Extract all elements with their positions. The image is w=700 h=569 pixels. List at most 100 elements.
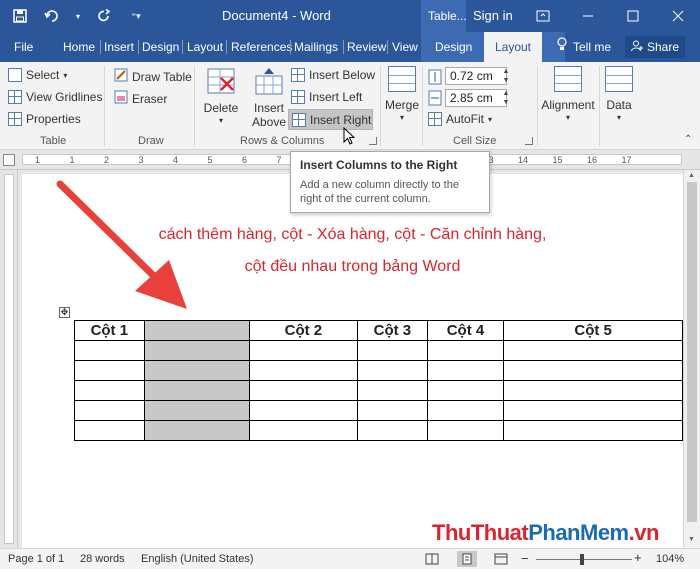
autofit-button[interactable]: AutoFit ▾	[428, 112, 492, 126]
table-cell[interactable]	[248, 340, 359, 361]
table-cell[interactable]	[74, 340, 145, 361]
scroll-up-icon[interactable]: ▲	[688, 172, 695, 179]
document-table[interactable]: Cột 1 Cột 2 Cột 3 Cột 4 Cột 5	[74, 320, 683, 441]
customize-toolbar-icon[interactable]: ⁼▾	[126, 6, 146, 26]
word-count[interactable]: 28 words	[80, 553, 125, 565]
tab-references[interactable]: References	[231, 32, 292, 62]
table-cell[interactable]: Cột 5	[503, 320, 683, 341]
tab-table-design[interactable]: Design	[435, 32, 472, 62]
scroll-down-icon[interactable]: ▼	[688, 536, 695, 543]
delete-button[interactable]: Delete ▾	[201, 66, 241, 125]
column-width-input[interactable]: 2.85 cm	[445, 89, 507, 107]
language-indicator[interactable]: English (United States)	[141, 553, 254, 565]
scrollbar-thumb[interactable]	[687, 182, 697, 522]
insert-below-button[interactable]: Insert Below	[291, 68, 375, 82]
table-cell[interactable]	[503, 400, 683, 421]
table-cell-new-column[interactable]	[143, 420, 250, 441]
table-cell[interactable]	[503, 360, 683, 381]
draw-table-button[interactable]: Draw Table	[114, 68, 192, 85]
tell-me-search[interactable]: Tell me	[556, 32, 611, 62]
table-cell[interactable]	[357, 400, 428, 421]
table-cell[interactable]: Cột 2	[248, 320, 359, 341]
table-cell[interactable]	[357, 380, 428, 401]
row-height-spinner[interactable]: ▲ ▼	[500, 67, 512, 85]
table-move-handle-icon[interactable]: ✥	[59, 307, 70, 318]
redo-icon[interactable]	[94, 6, 114, 26]
table-cell[interactable]	[357, 340, 428, 361]
table-cell[interactable]	[426, 420, 505, 441]
column-width-spinner[interactable]: ▲ ▼	[500, 89, 512, 107]
tab-selector-icon[interactable]	[3, 154, 15, 166]
table-cell[interactable]	[248, 380, 359, 401]
table-cell[interactable]	[357, 360, 428, 381]
tab-insert[interactable]: Insert	[104, 32, 134, 62]
table-cell[interactable]	[503, 420, 683, 441]
page-count[interactable]: Page 1 of 1	[8, 553, 64, 565]
table-cell[interactable]	[74, 380, 145, 401]
web-layout-icon[interactable]	[491, 551, 511, 567]
read-mode-icon[interactable]	[422, 551, 442, 567]
table-cell[interactable]	[503, 340, 683, 361]
vertical-scrollbar[interactable]: ▲ ▼	[683, 170, 700, 548]
table-cell[interactable]	[74, 420, 145, 441]
tab-table-layout[interactable]: Layout	[484, 32, 542, 62]
insert-left-button[interactable]: Insert Left	[291, 90, 362, 104]
table-cell[interactable]	[248, 400, 359, 421]
view-gridlines-button[interactable]: View Gridlines	[8, 90, 102, 104]
table-cell[interactable]	[503, 380, 683, 401]
watermark-part-3: .vn	[628, 520, 660, 545]
rows-columns-dialog-launcher-icon[interactable]	[369, 137, 377, 145]
table-cell[interactable]	[74, 400, 145, 421]
table-cell[interactable]	[426, 340, 505, 361]
zoom-out-icon[interactable]: −	[521, 551, 529, 566]
table-cell[interactable]	[248, 360, 359, 381]
table-cell[interactable]	[426, 380, 505, 401]
table-cell[interactable]	[74, 360, 145, 381]
tab-view[interactable]: View	[392, 32, 418, 62]
insert-above-button[interactable]: Insert Above	[250, 66, 288, 129]
ribbon-display-options-icon[interactable]	[520, 0, 565, 32]
share-button[interactable]: Share	[625, 36, 685, 58]
table-cell[interactable]	[426, 360, 505, 381]
minimize-icon[interactable]	[565, 0, 610, 32]
cell-size-dialog-launcher-icon[interactable]	[525, 137, 533, 145]
table-cell-new-column[interactable]	[143, 400, 250, 421]
table-cell[interactable]	[248, 420, 359, 441]
zoom-level[interactable]: 104%	[656, 553, 684, 565]
eraser-button[interactable]: Eraser	[114, 90, 167, 107]
undo-icon[interactable]	[42, 6, 62, 26]
table-cell[interactable]	[357, 420, 428, 441]
select-button[interactable]: Select ▾	[8, 68, 67, 82]
table-cell-new-column[interactable]	[143, 380, 250, 401]
tab-home[interactable]: Home	[63, 32, 95, 62]
close-icon[interactable]	[655, 0, 700, 32]
document-page[interactable]: cách thêm hàng, cột - Xóa hàng, cột - Că…	[22, 174, 683, 548]
tab-file[interactable]: File	[14, 32, 33, 62]
sign-in-link[interactable]: Sign in	[473, 8, 513, 23]
zoom-slider[interactable]	[536, 559, 632, 560]
print-layout-icon[interactable]	[457, 551, 477, 567]
tab-design[interactable]: Design	[142, 32, 179, 62]
zoom-slider-thumb[interactable]	[580, 554, 584, 565]
table-cell[interactable]: Cột 3	[357, 320, 428, 341]
tab-layout[interactable]: Layout	[187, 32, 223, 62]
table-cell-new-column[interactable]	[143, 360, 250, 381]
merge-button[interactable]: Merge ▾	[385, 66, 419, 122]
alignment-button[interactable]: Alignment ▾	[540, 66, 596, 122]
table-cell[interactable]	[426, 400, 505, 421]
insert-right-button[interactable]: Insert Right	[288, 109, 373, 130]
tab-mailings[interactable]: Mailings	[294, 32, 338, 62]
row-height-input[interactable]: 0.72 cm	[445, 67, 507, 85]
maximize-icon[interactable]	[610, 0, 655, 32]
data-button[interactable]: Data ▾	[603, 66, 635, 122]
properties-button[interactable]: Properties	[8, 112, 81, 126]
undo-dropdown-icon[interactable]: ▾	[74, 6, 82, 26]
table-cell-new-column[interactable]	[143, 320, 250, 341]
save-icon[interactable]	[10, 6, 30, 26]
tab-review[interactable]: Review	[347, 32, 386, 62]
table-cell-new-column[interactable]	[143, 340, 250, 361]
table-cell[interactable]: Cột 4	[426, 320, 505, 341]
collapse-ribbon-icon[interactable]: ⌃	[684, 134, 692, 145]
zoom-in-icon[interactable]: +	[634, 550, 642, 565]
table-cell[interactable]: Cột 1	[74, 320, 145, 341]
